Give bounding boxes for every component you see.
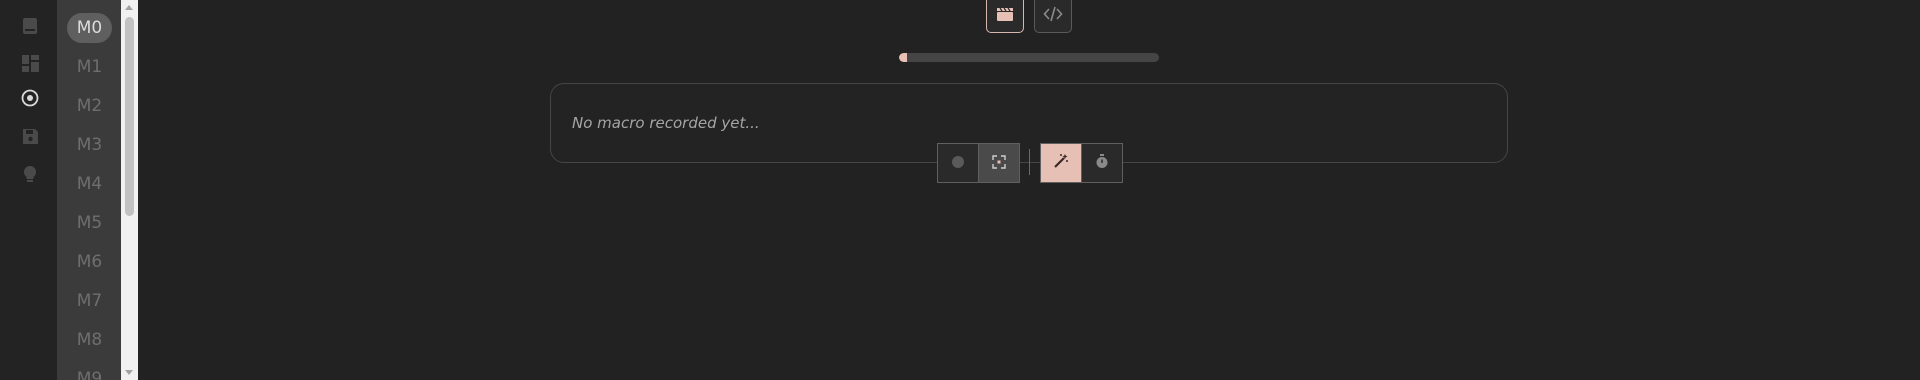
macro-list-scrollbar[interactable] [121, 0, 138, 380]
scroll-down-arrow-icon[interactable] [125, 370, 133, 375]
clapperboard-icon [996, 6, 1014, 26]
macro-slot-m0[interactable]: M0 [67, 13, 112, 43]
icon-rail [0, 0, 57, 380]
macro-slot-m2[interactable]: M2 [67, 91, 112, 121]
macro-slot-m3[interactable]: M3 [67, 130, 112, 160]
timer-button[interactable] [1081, 144, 1122, 182]
macro-slot-m5[interactable]: M5 [67, 208, 112, 238]
lightbulb-icon[interactable] [19, 163, 41, 185]
macro-slot-m6[interactable]: M6 [67, 247, 112, 277]
fullscreen-icon [992, 154, 1006, 173]
empty-macro-message: No macro recorded yet... [572, 114, 760, 132]
record-target-icon[interactable] [19, 87, 41, 109]
macro-view-button[interactable] [986, 0, 1024, 33]
scroll-thumb[interactable] [125, 17, 134, 216]
scroll-up-arrow-icon[interactable] [125, 5, 133, 10]
code-view-button[interactable] [1034, 0, 1072, 33]
macro-slot-m1[interactable]: M1 [67, 52, 112, 82]
macro-slot-m9[interactable]: M9 [67, 364, 112, 380]
record-tool-group [937, 143, 1020, 183]
macro-slot-m4[interactable]: M4 [67, 169, 112, 199]
dashboard-icon[interactable] [19, 52, 41, 74]
book-icon[interactable] [19, 15, 41, 37]
magic-wand-icon [1053, 153, 1069, 173]
code-icon [1043, 6, 1063, 26]
record-icon [951, 154, 965, 173]
save-icon[interactable] [19, 125, 41, 147]
macro-slot-m7[interactable]: M7 [67, 286, 112, 316]
macro-slot-m8[interactable]: M8 [67, 325, 112, 355]
toolbar-divider [1029, 149, 1030, 175]
progress-fill [899, 53, 907, 62]
record-button[interactable] [938, 144, 978, 182]
fullscreen-button[interactable] [978, 144, 1019, 182]
assist-tool-group [1040, 143, 1123, 183]
playback-progress-bar [899, 53, 1159, 62]
macro-slot-list: M0 M1 M2 M3 M4 M5 M6 M7 M8 M9 [57, 0, 121, 380]
stopwatch-icon [1095, 153, 1109, 173]
magic-wand-button[interactable] [1041, 144, 1081, 182]
